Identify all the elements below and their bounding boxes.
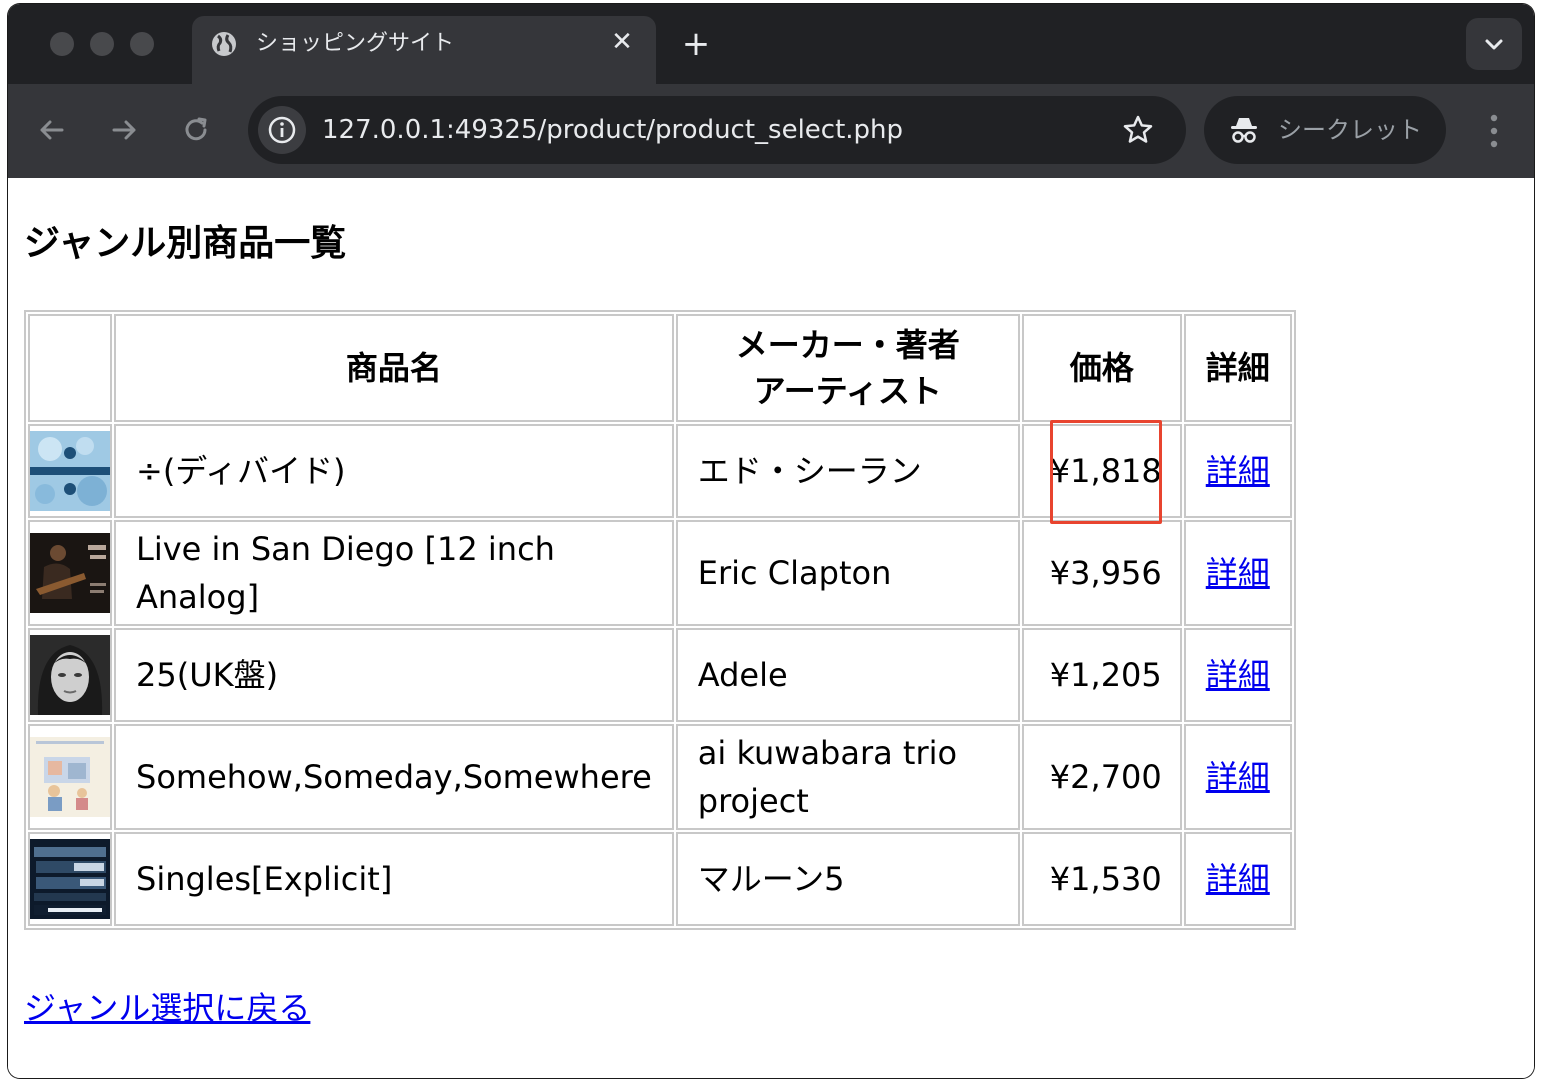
address-bar[interactable]: 127.0.0.1:49325/product/product_select.p…: [248, 96, 1186, 164]
close-tab-icon[interactable]: ✕: [608, 28, 636, 56]
header-maker-line1: メーカー・著者: [735, 326, 960, 364]
detail-cell: 詳細: [1183, 424, 1292, 518]
detail-link[interactable]: 詳細: [1206, 758, 1270, 796]
detail-cell: 詳細: [1183, 628, 1292, 722]
table-row: Somehow,Someday,Somewhere ai kuwabara tr…: [28, 724, 1292, 830]
detail-cell: 詳細: [1183, 520, 1292, 626]
product-table: 商品名 メーカー・著者 アーティスト 価格 詳細 ÷(ディバイド) エド・シーラ…: [24, 310, 1296, 930]
table-header-row: 商品名 メーカー・著者 アーティスト 価格 詳細: [28, 314, 1292, 422]
detail-link[interactable]: 詳細: [1206, 554, 1270, 592]
product-price: ¥2,700: [1021, 724, 1182, 830]
detail-cell: 詳細: [1183, 832, 1292, 926]
browser-toolbar: 127.0.0.1:49325/product/product_select.p…: [8, 84, 1534, 178]
header-detail: 詳細: [1183, 314, 1292, 422]
table-row: Live in San Diego [12 inch Analog] Eric …: [28, 520, 1292, 626]
incognito-icon: [1231, 118, 1257, 143]
product-name: Somehow,Someday,Somewhere: [114, 724, 674, 830]
url-text: 127.0.0.1:49325/product/product_select.p…: [322, 115, 904, 145]
product-price: ¥1,818: [1021, 424, 1182, 518]
reload-icon[interactable]: [178, 112, 214, 148]
minimize-window-button[interactable]: [90, 32, 114, 56]
divide-cover-image: [30, 431, 110, 511]
site-info-button[interactable]: [258, 106, 306, 154]
header-maker-line2: アーティスト: [753, 372, 942, 410]
product-image-cell: [28, 520, 112, 626]
singles-cover-image: [30, 839, 110, 919]
browser-window: ショッピングサイト ✕ + 127.0.0.1:49325/product/pr…: [8, 4, 1534, 1078]
forward-arrow-icon[interactable]: [106, 112, 142, 148]
product-name: 25(UK盤): [114, 628, 674, 722]
detail-cell: 詳細: [1183, 724, 1292, 830]
header-image: [28, 314, 112, 422]
globe-icon: [212, 32, 236, 56]
product-maker: エド・シーラン: [675, 424, 1020, 518]
product-image-cell: [28, 724, 112, 830]
back-to-genre-link[interactable]: ジャンル選択に戻る: [24, 986, 310, 1030]
page-title: ジャンル別商品一覧: [24, 223, 347, 264]
close-window-button[interactable]: [50, 32, 74, 56]
product-price: ¥3,956: [1021, 520, 1182, 626]
product-price: ¥1,530: [1021, 832, 1182, 926]
incognito-label: シークレット: [1278, 116, 1422, 144]
maximize-window-button[interactable]: [130, 32, 154, 56]
product-maker: Eric Clapton: [675, 520, 1020, 626]
product-maker: ai kuwabara trio project: [675, 724, 1020, 830]
product-image-cell: [28, 424, 112, 518]
header-price: 価格: [1021, 314, 1182, 422]
back-arrow-icon[interactable]: [34, 112, 70, 148]
more-menu-icon[interactable]: [1490, 114, 1498, 148]
header-product-name: 商品名: [114, 314, 674, 422]
product-image-cell: [28, 628, 112, 722]
detail-link[interactable]: 詳細: [1206, 860, 1270, 898]
tab-search-button[interactable]: [1466, 18, 1522, 70]
product-name: ÷(ディバイド): [114, 424, 674, 518]
product-name: Live in San Diego [12 inch Analog]: [114, 520, 674, 626]
tab-strip: ショッピングサイト ✕ +: [8, 4, 1534, 84]
bookmark-star-icon[interactable]: [1120, 112, 1156, 148]
table-row: Singles[Explicit] マルーン5 ¥1,530 詳細: [28, 832, 1292, 926]
product-image-cell: [28, 832, 112, 926]
clapton-cover-image: [30, 533, 110, 613]
adele-cover-image: [30, 635, 110, 715]
new-tab-icon[interactable]: +: [680, 27, 712, 61]
product-name: Singles[Explicit]: [114, 832, 674, 926]
page-content: ジャンル別商品一覧 商品名 メーカー・著者 アーティスト 価格 詳細 ÷(ディバ…: [8, 178, 1534, 1078]
table-row: ÷(ディバイド) エド・シーラン ¥1,818 詳細: [28, 424, 1292, 518]
chevron-down-icon: [1485, 39, 1503, 50]
info-icon: [268, 116, 296, 144]
table-row: 25(UK盤) Adele ¥1,205 詳細: [28, 628, 1292, 722]
product-maker: Adele: [675, 628, 1020, 722]
product-maker: マルーン5: [675, 832, 1020, 926]
detail-link[interactable]: 詳細: [1206, 656, 1270, 694]
detail-link[interactable]: 詳細: [1206, 452, 1270, 490]
tab-title: ショッピングサイト: [256, 31, 455, 56]
incognito-indicator[interactable]: シークレット: [1204, 96, 1446, 164]
product-price: ¥1,205: [1021, 628, 1182, 722]
active-tab[interactable]: ショッピングサイト ✕: [192, 16, 656, 84]
kuwabara-cover-image: [30, 737, 110, 817]
header-maker: メーカー・著者 アーティスト: [675, 314, 1020, 422]
